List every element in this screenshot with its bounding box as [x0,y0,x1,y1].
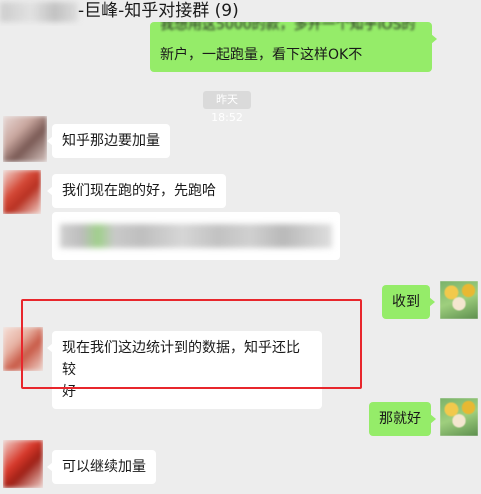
blurred-message[interactable] [52,212,340,260]
message-bubble-other[interactable]: 可以继续加量 [47,450,156,484]
red-highlight-box [21,299,362,389]
message-bubble-self[interactable]: 那就好 [369,402,436,436]
blurred-title-prefix [0,2,78,22]
chat-title: -巨峰-知乎对接群 (9) [78,1,239,21]
message-text: 收到 [392,294,420,310]
message-bubble-self[interactable]: 我想用这5000的款，多开一个知乎iOS的 新户，一起跑量，看下这样OK不 [150,22,437,72]
message-bubble-other[interactable]: 我们现在跑的好，先跑哈 [47,174,226,208]
timestamp: 昨天 18:52 [203,91,251,124]
message-text-partial: 我想用这5000的款，多开一个知乎iOS的 [160,22,416,33]
message-bubble-self[interactable]: 收到 [382,285,435,319]
avatar[interactable] [3,170,41,214]
message-text: 可以继续加量 [62,459,146,475]
message-text: 那就好 [379,411,421,427]
message-text: 我们现在跑的好，先跑哈 [62,183,216,199]
message-text: 知乎那边要加量 [62,133,160,149]
avatar-self[interactable] [440,398,478,436]
blurred-content [60,224,332,248]
message-bubble-other[interactable]: 知乎那边要加量 [47,124,170,158]
avatar-self[interactable] [440,281,478,319]
message-text: 新户，一起跑量，看下这样OK不 [160,47,363,63]
avatar[interactable] [3,440,43,488]
avatar[interactable] [3,116,47,162]
